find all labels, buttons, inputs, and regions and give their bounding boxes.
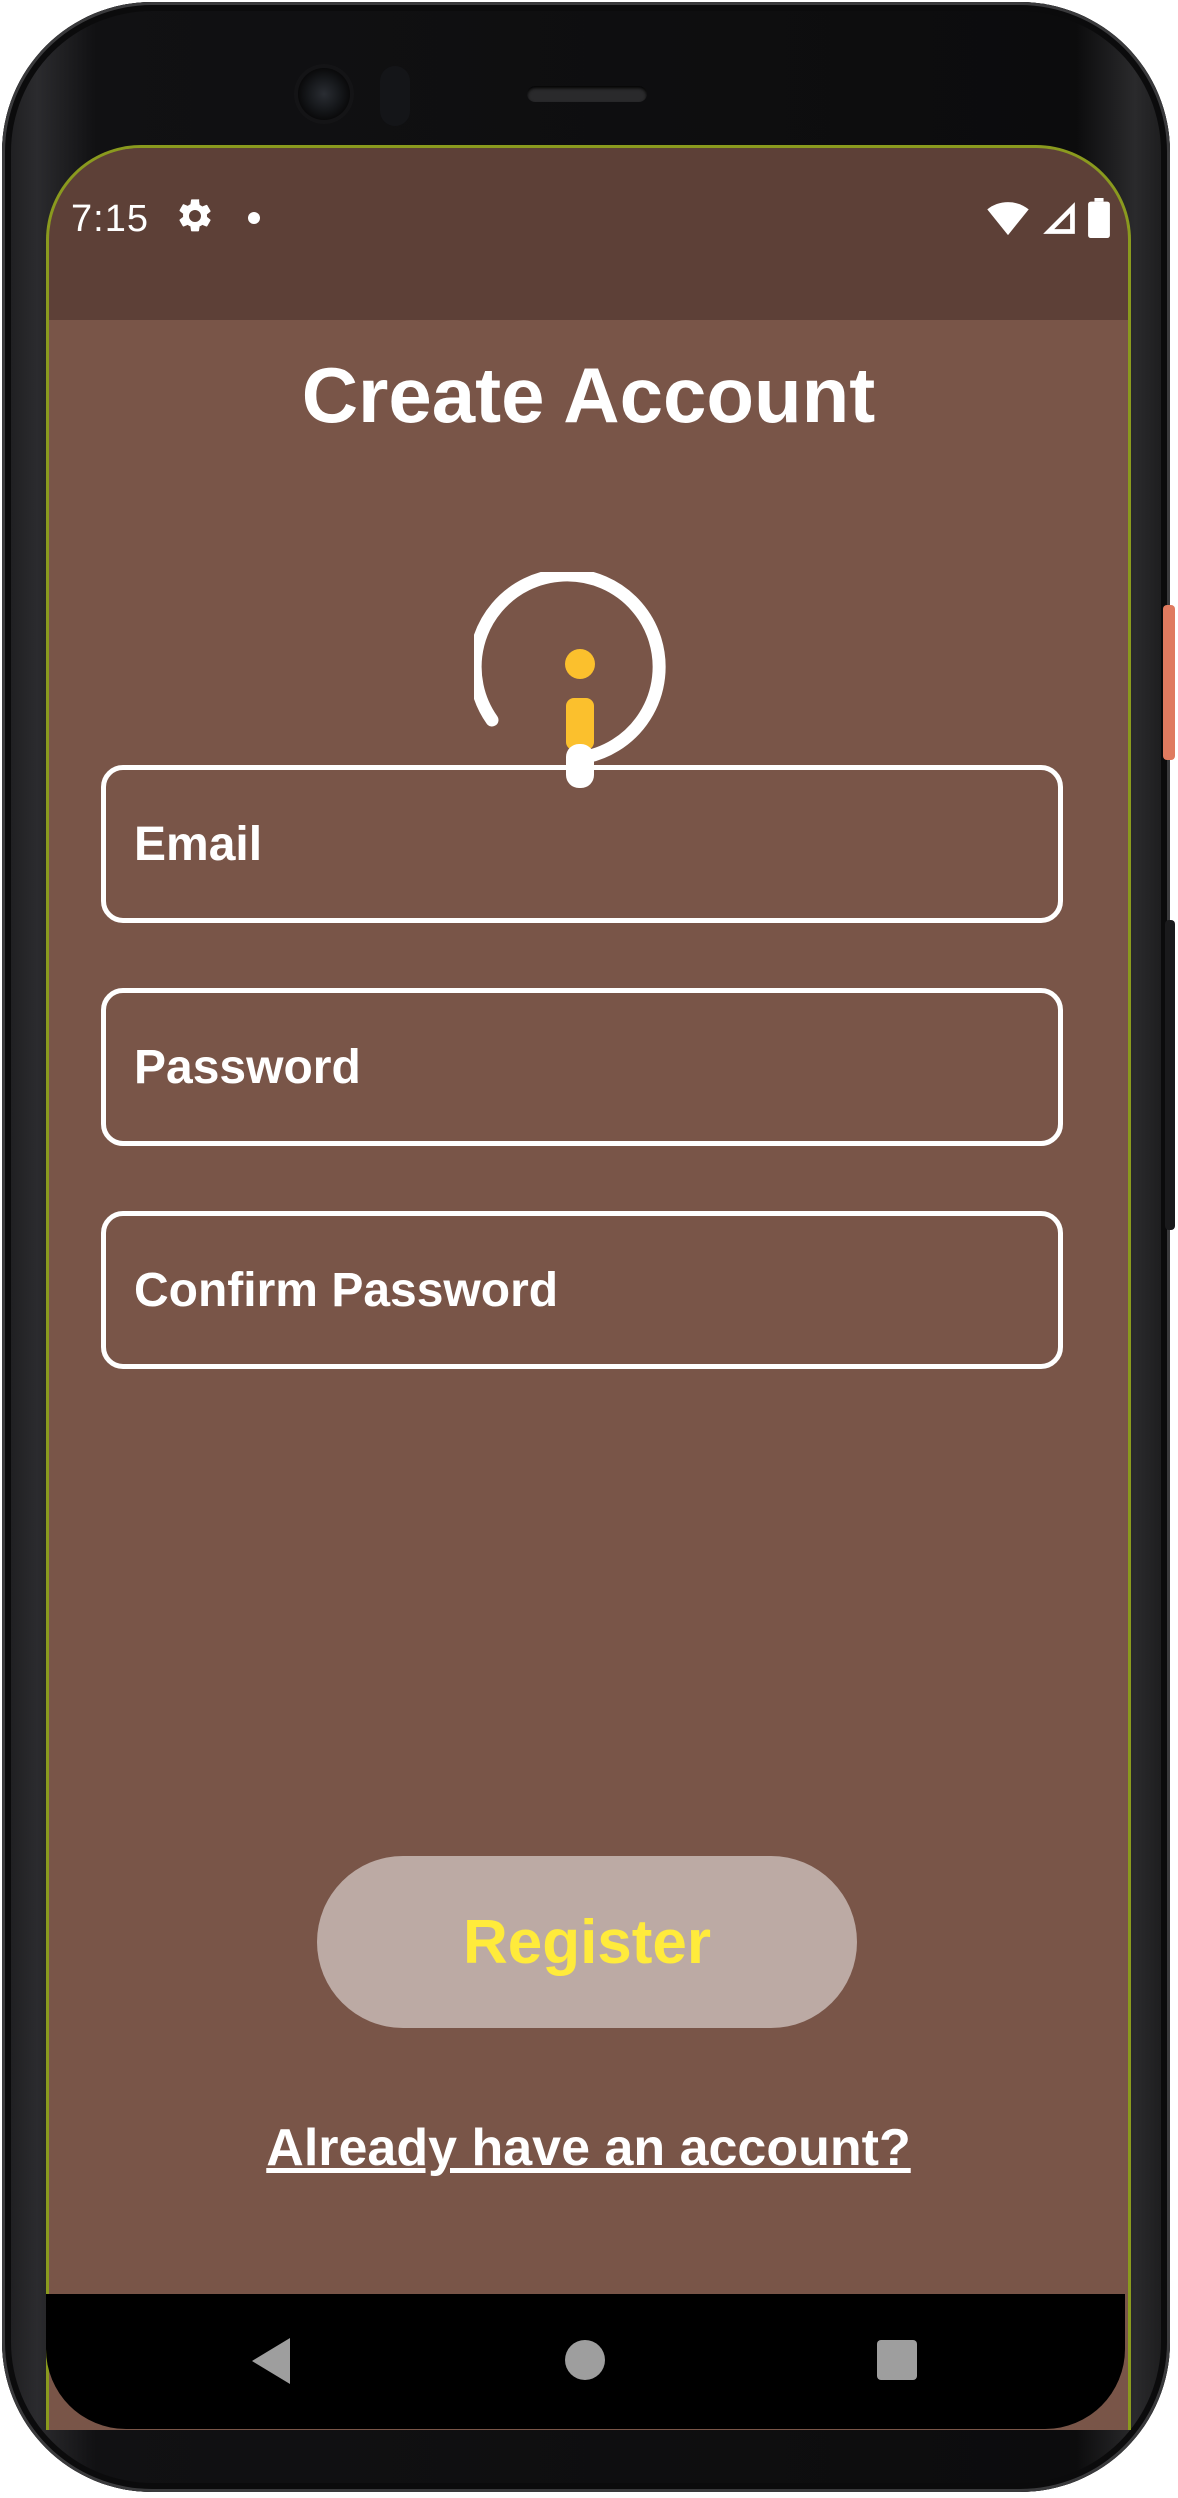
signal-icon bbox=[1043, 202, 1075, 234]
power-button bbox=[1163, 605, 1175, 760]
page-title: Create Account bbox=[301, 351, 876, 439]
register-button[interactable]: Register bbox=[317, 1856, 857, 2028]
login-link[interactable]: Already have an account? bbox=[49, 2118, 1128, 2178]
email-input[interactable] bbox=[106, 770, 1058, 918]
navigation-bar bbox=[46, 2294, 1125, 2429]
gear-icon bbox=[179, 199, 211, 232]
volume-button bbox=[1165, 920, 1175, 1230]
battery-icon bbox=[1088, 198, 1110, 238]
status-time: 7:15 bbox=[71, 198, 149, 240]
back-icon[interactable] bbox=[252, 2338, 290, 2384]
confirm-password-input[interactable] bbox=[106, 1216, 1058, 1364]
proximity-sensor bbox=[380, 66, 410, 126]
wifi-icon bbox=[987, 202, 1029, 236]
status-bar: 7:15 bbox=[49, 148, 1128, 320]
notification-dot bbox=[248, 212, 260, 224]
earpiece-speaker bbox=[527, 86, 647, 102]
main-content: Create Account Register Already have an … bbox=[49, 320, 1128, 2430]
front-camera bbox=[298, 68, 350, 120]
confirm-password-field[interactable] bbox=[101, 1211, 1063, 1369]
password-input[interactable] bbox=[106, 993, 1058, 1141]
home-icon[interactable] bbox=[565, 2340, 605, 2380]
app-screen: 7:15 Create Account Email Register Alrea… bbox=[46, 145, 1131, 2430]
email-field[interactable] bbox=[101, 765, 1063, 923]
password-field[interactable] bbox=[101, 988, 1063, 1146]
recents-icon[interactable] bbox=[877, 2340, 917, 2380]
status-icons bbox=[986, 198, 1110, 238]
